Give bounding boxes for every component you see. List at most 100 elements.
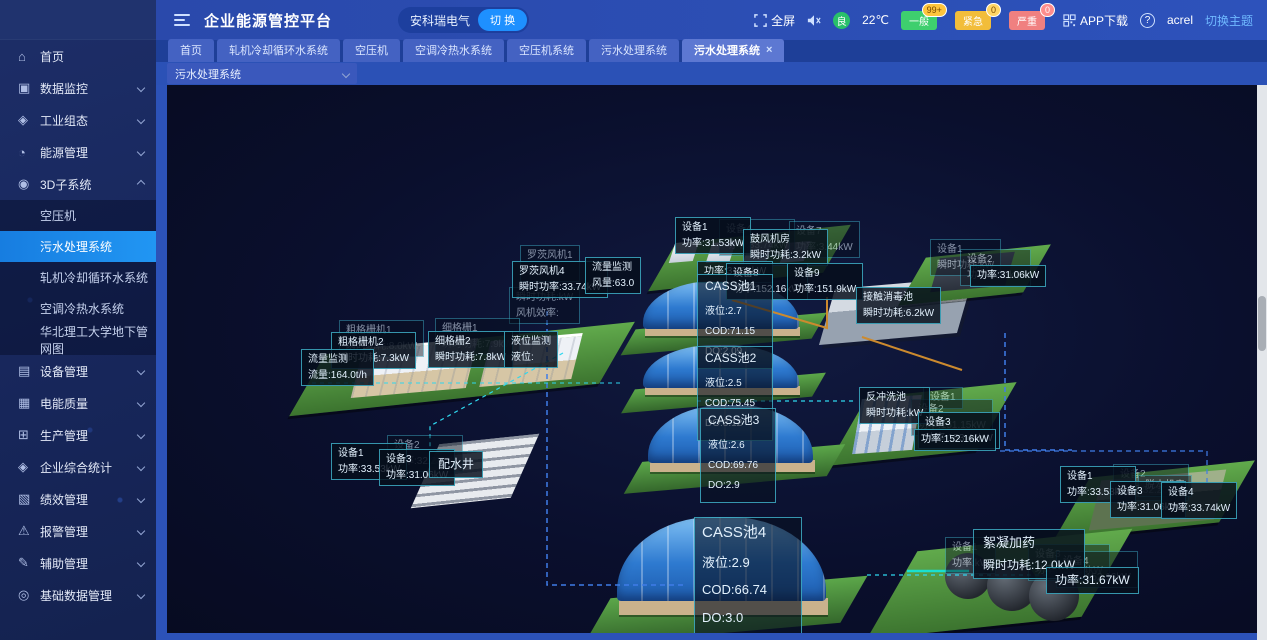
sidebar-item[interactable]: ▤设备管理 <box>0 355 156 387</box>
sidebar-item[interactable]: ◎基础数据管理 <box>0 579 156 611</box>
label-CASS池4: CASS池4液位:2.9COD:66.74DO:3.0 <box>694 517 802 633</box>
device-label: 设备4功率:33.74kW <box>1161 482 1237 519</box>
alarm-badge-general[interactable]: 一般99+ <box>901 11 937 30</box>
performance-mgmt-icon: ▧ <box>18 491 40 507</box>
tab[interactable]: 空压机系统 <box>507 39 586 62</box>
production-mgmt-icon: ⊞ <box>18 427 40 443</box>
qr-code-icon <box>1063 14 1076 27</box>
sidebar-subitem[interactable]: 华北理工大学地下管网图 <box>0 324 156 355</box>
tab-label: 污水处理系统 <box>694 42 760 58</box>
chevron-down-icon <box>137 591 145 599</box>
tab-label: 空调冷热水系统 <box>415 42 492 58</box>
sidebar-subitem[interactable]: 轧机冷却循环水系统 <box>0 262 156 293</box>
chevron-down-icon <box>137 495 145 503</box>
sidebar-item[interactable]: ▦电能质量 <box>0 387 156 419</box>
chevron-down-icon <box>137 559 145 567</box>
sidebar-item[interactable]: ✎辅助管理 <box>0 547 156 579</box>
enterprise-stats-icon: ◈ <box>18 459 40 475</box>
sidebar-item[interactable]: ◈工业组态 <box>0 104 156 136</box>
fullscreen-button[interactable]: 全屏 <box>754 12 795 29</box>
tab[interactable]: 首页 <box>168 39 214 62</box>
tab[interactable]: 空压机 <box>343 39 400 62</box>
industrial-config-icon: ◈ <box>18 112 40 128</box>
mute-icon[interactable] <box>807 14 821 27</box>
sidebar-submenu: 空压机污水处理系统轧机冷却循环水系统空调冷热水系统华北理工大学地下管网图 <box>0 200 156 355</box>
chevron-down-icon <box>342 69 350 77</box>
switch-company-button[interactable]: 切 换 <box>478 9 527 31</box>
sidebar-logo-area <box>0 0 156 40</box>
sidebar-item-label: 设备管理 <box>40 363 138 380</box>
chevron-down-icon <box>137 367 145 375</box>
device-label: 流量监测风量:63.0 <box>585 257 641 294</box>
sidebar-item[interactable]: ◈企业综合统计 <box>0 451 156 483</box>
tab-label: 污水处理系统 <box>601 42 667 58</box>
device-label: 细格栅2瞬时功耗:7.8kW <box>428 331 513 368</box>
sidebar-item-label: 数据监控 <box>40 80 138 97</box>
tab-label: 空压机 <box>355 42 388 58</box>
sidebar-menu: ⌂首页▣数据监控◈工业组态◔能源管理◉3D子系统空压机污水处理系统轧机冷却循环水… <box>0 40 156 611</box>
company-switcher[interactable]: 安科瑞电气 切 换 <box>398 7 529 33</box>
tab-label: 空压机系统 <box>519 42 574 58</box>
auxiliary-mgmt-icon: ✎ <box>18 555 40 571</box>
device-label: 功率:31.06kW <box>970 265 1046 287</box>
power-quality-icon: ▦ <box>18 395 40 411</box>
company-name: 安科瑞电气 <box>410 12 470 29</box>
sidebar-item[interactable]: ◉3D子系统 <box>0 168 156 200</box>
scene-3d[interactable]: 罗茨风机1功率:kW罗茨风机4瞬时功率:33.74kW瞬时功耗:kW风机效率:流… <box>167 85 1257 633</box>
sidebar-item[interactable]: ▣数据监控 <box>0 72 156 104</box>
sidebar-subitem[interactable]: 空压机 <box>0 200 156 231</box>
sidebar-item-label: 基础数据管理 <box>40 587 138 604</box>
alarm-mgmt-icon: ⚠ <box>18 523 40 539</box>
sidebar-item[interactable]: ▧绩效管理 <box>0 483 156 515</box>
chevron-down-icon <box>137 463 145 471</box>
sidebar-subitem[interactable]: 污水处理系统 <box>0 231 156 262</box>
close-tab-icon[interactable] <box>766 44 772 56</box>
page-title: 企业能源管控平台 <box>204 10 332 31</box>
system-select-value: 污水处理系统 <box>175 66 241 82</box>
sidebar-item[interactable]: ⌂首页 <box>0 40 156 72</box>
sidebar-item[interactable]: ⚠报警管理 <box>0 515 156 547</box>
device-label: 功率:31.67kW <box>1046 567 1139 594</box>
alarm-badge-severe[interactable]: 严重0 <box>1009 11 1045 30</box>
tab[interactable]: 轧机冷却循环水系统 <box>217 39 340 62</box>
device-label: 设备9功率:151.9kW <box>787 263 863 300</box>
air-quality-badge: 良 <box>833 12 850 29</box>
tab-label: 轧机冷却循环水系统 <box>229 42 328 58</box>
device-label: 液位监测液位: <box>504 331 558 368</box>
scrollbar-thumb[interactable] <box>1258 296 1266 351</box>
chevron-down-icon <box>137 399 145 407</box>
tab[interactable]: 空调冷热水系统 <box>403 39 504 62</box>
system-select[interactable]: 污水处理系统 <box>167 63 357 84</box>
tab[interactable]: 污水处理系统 <box>682 39 784 62</box>
sidebar-item-label: 生产管理 <box>40 427 138 444</box>
chevron-down-icon <box>137 527 145 535</box>
sidebar-item-label: 报警管理 <box>40 523 138 540</box>
tab[interactable]: 污水处理系统 <box>589 39 679 62</box>
device-label: 配水井 <box>429 451 483 478</box>
tab-bar: 首页 轧机冷却循环水系统 空压机 空调冷热水系统 空压机系统 污水处理系统 污水处理系统 <box>156 40 1267 62</box>
sidebar-item-label: 电能质量 <box>40 395 138 412</box>
chevron-down-icon <box>137 148 145 156</box>
chevron-down-icon <box>137 84 145 92</box>
device-label: 功率:152.16kW <box>914 429 996 451</box>
device-label: 流量监测流量:164.0t/h <box>301 349 374 386</box>
chevron-down-icon <box>137 116 145 124</box>
viewport: 罗茨风机1功率:kW罗茨风机4瞬时功率:33.74kW瞬时功耗:kW风机效率:流… <box>156 85 1267 640</box>
sidebar-item-label: 能源管理 <box>40 144 138 161</box>
sidebar: ⌂首页▣数据监控◈工业组态◔能源管理◉3D子系统空压机污水处理系统轧机冷却循环水… <box>0 0 156 640</box>
menu-toggle-icon[interactable] <box>174 14 190 26</box>
sidebar-item-label: 首页 <box>40 48 144 65</box>
app-download-button[interactable]: APP下载 <box>1063 12 1128 29</box>
header-actions: 全屏 良 22℃ 一般99+ 紧急0 严重0 APP下载 <box>754 11 1253 30</box>
theme-switch-link[interactable]: 切换主题 <box>1205 12 1253 29</box>
tab-label: 首页 <box>180 42 202 58</box>
sidebar-item[interactable]: ⊞生产管理 <box>0 419 156 451</box>
sidebar-item-label: 辅助管理 <box>40 555 138 572</box>
help-icon[interactable]: ? <box>1140 13 1155 28</box>
scrollbar[interactable] <box>1257 85 1267 640</box>
sidebar-item-label: 3D子系统 <box>40 176 138 193</box>
sidebar-subitem[interactable]: 空调冷热水系统 <box>0 293 156 324</box>
alarm-badge-urgent[interactable]: 紧急0 <box>955 11 991 30</box>
sidebar-item[interactable]: ◔能源管理 <box>0 136 156 168</box>
sidebar-item-label: 绩效管理 <box>40 491 138 508</box>
